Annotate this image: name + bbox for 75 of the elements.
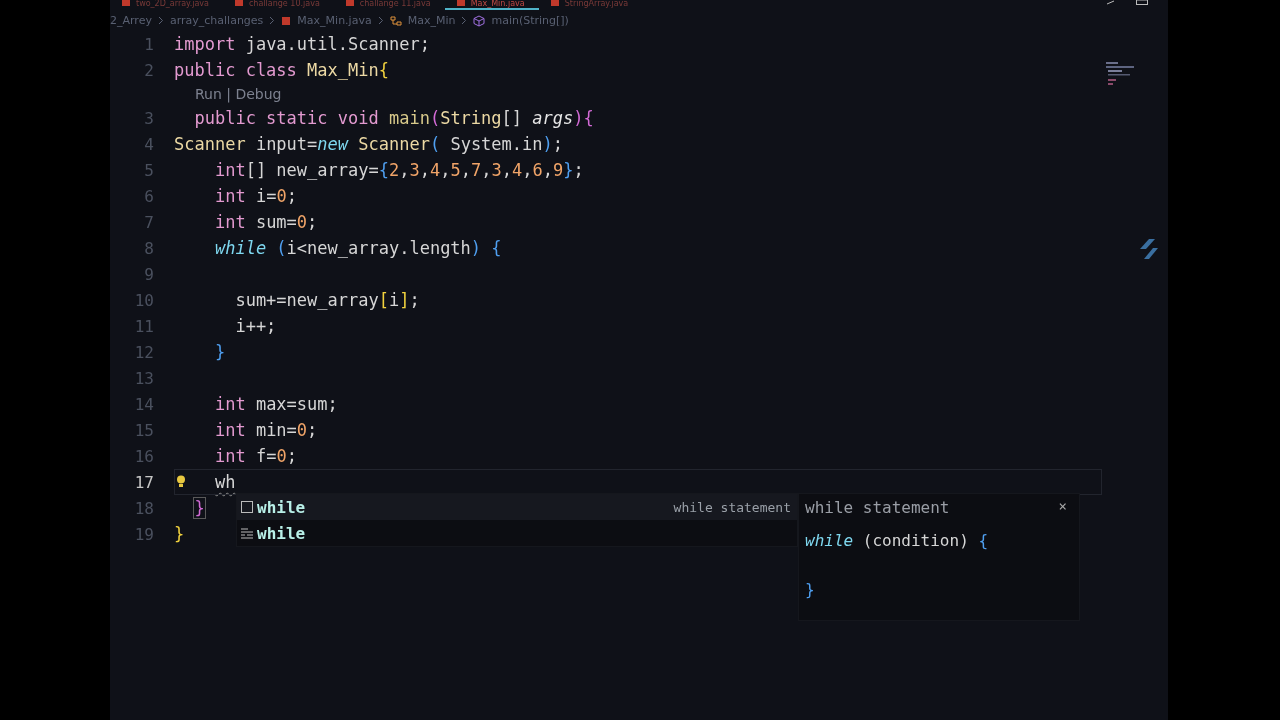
suggestion-label: while (257, 523, 306, 543)
line-number: 13 (133, 368, 154, 388)
editor-tab[interactable]: Max_Min.java (444, 0, 539, 10)
code-line: wh (214, 472, 236, 492)
file-icon (122, 0, 130, 6)
code-line: public class Max_Min{ (174, 60, 389, 80)
code-line: Scanner input=new Scanner( System.in); (174, 134, 564, 154)
line-number: 10 (133, 290, 154, 310)
code-line: while (i<new_array.length) { (214, 238, 502, 258)
file-icon (456, 0, 465, 6)
line-number: 14 (133, 394, 154, 414)
line-number: 7 (143, 212, 154, 232)
code-line: } (214, 342, 226, 362)
breadcrumb-item[interactable]: main(String[]) (491, 14, 569, 27)
line-number: 2 (143, 60, 154, 80)
code-line: int[] new_array={2,3,4,5,7,3,4,6,9}; (214, 160, 584, 180)
breadcrumb-item[interactable]: array_challanges (169, 14, 264, 27)
breadcrumb-item[interactable]: Max_Min (407, 14, 456, 27)
line-number: 12 (133, 342, 154, 362)
suggestion-item[interactable]: while (237, 520, 797, 546)
code-line: } (194, 498, 205, 518)
minimap-drawing[interactable] (1105, 61, 1135, 87)
breadcrumb-item[interactable]: 2_Arrey (110, 14, 152, 27)
line-number: 17 (133, 472, 154, 492)
stripes-icon[interactable] (1140, 238, 1158, 260)
snippet-icon (241, 501, 253, 513)
chevron-icon (157, 16, 164, 25)
line-number: 15 (133, 420, 154, 440)
code-line: public static void main(String[] args){ (194, 108, 594, 128)
class-icon (389, 14, 402, 27)
file-icon (345, 0, 354, 6)
close-button[interactable]: × (1058, 498, 1067, 517)
details-title: while statement (805, 498, 950, 517)
code-line: int sum=0; (214, 212, 318, 232)
lightbulb-icon[interactable] (176, 475, 186, 488)
cube-icon (473, 14, 486, 27)
suggestion-item[interactable]: while while statement (237, 494, 797, 520)
split-icon[interactable] (1136, 0, 1148, 5)
code-line: int i=0; (214, 186, 297, 206)
file-icon (550, 0, 559, 6)
line-number: 16 (133, 446, 154, 466)
chevron-icon (269, 16, 276, 25)
code-line: int min=0; (214, 420, 318, 440)
code-line: } (174, 524, 185, 544)
line-number: 8 (143, 238, 154, 258)
file-icon (281, 15, 292, 26)
line-number: 9 (143, 264, 154, 284)
line-number: 18 (133, 498, 154, 518)
code-line: sum+=new_array[i]; (235, 290, 420, 310)
codelens-link[interactable]: Run | Debug (195, 86, 282, 102)
code-line: import java.util.Scanner; (174, 34, 430, 54)
suggestion-detail: while statement (673, 499, 791, 515)
editor-tab[interactable]: two_2D_array.java (110, 0, 223, 10)
line-number: 11 (133, 316, 154, 336)
code-line: i++; (235, 316, 277, 336)
suggestion-label: while (257, 497, 306, 517)
file-icon (234, 0, 243, 6)
line-number: 4 (143, 134, 154, 154)
code-line: int max=sum; (214, 394, 338, 414)
chevron-icon (461, 16, 468, 25)
code-line: int f=0; (214, 446, 297, 466)
line-number: 19 (133, 524, 154, 544)
code-line: } (805, 580, 815, 599)
keyword-icon (241, 527, 253, 539)
editor-tab[interactable]: StringArray.java (538, 0, 643, 10)
line-number: 6 (143, 186, 154, 206)
pencil-icon[interactable] (1106, 0, 1116, 5)
line-number: 3 (143, 108, 154, 128)
line-number: 5 (143, 160, 154, 180)
breadcrumb-item[interactable]: Max_Min.java (297, 14, 372, 27)
editor-tab[interactable]: challange 10.java (222, 0, 334, 10)
chevron-icon (377, 16, 384, 25)
code-line: while (condition) { (805, 531, 989, 550)
line-number: 1 (143, 34, 154, 54)
editor-tab[interactable]: challange 11.java (333, 0, 445, 10)
